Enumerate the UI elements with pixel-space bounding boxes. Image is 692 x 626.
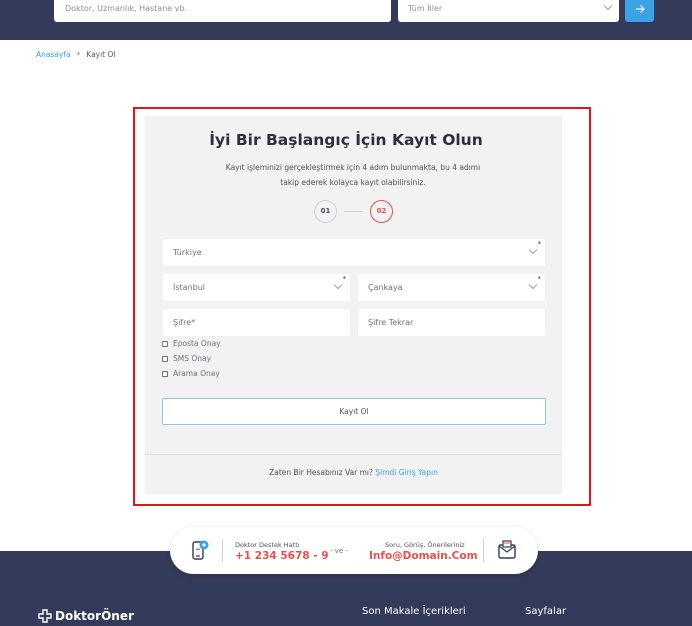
required-marker-icon: * xyxy=(342,275,347,283)
medical-cross-logo-icon xyxy=(38,609,52,623)
email-consent-label: Eposta Onay xyxy=(173,339,221,348)
city-select-value: Tüm İller xyxy=(408,4,443,13)
mail-support-label: Soru, Görüş, Önerileriniz xyxy=(385,541,465,549)
login-link[interactable]: Şimdi Giriş Yapın xyxy=(375,468,437,477)
footer-articles-heading: Son Makale İçerikleri xyxy=(362,606,466,617)
step-connector xyxy=(344,211,363,212)
register-description: Kayıt işleminizi gerçekleştirmek için 4 … xyxy=(225,163,481,187)
checkbox-box-icon xyxy=(162,355,168,362)
checkbox-box-icon xyxy=(162,340,168,347)
email-consent-checkbox[interactable]: Eposta Onay xyxy=(162,339,221,348)
city-field-value: İstanbul xyxy=(173,283,206,292)
arrow-right-icon xyxy=(635,4,645,13)
mail-support-address[interactable]: Info@Domain.Com xyxy=(369,550,478,562)
login-prompt: Zaten Bir Hesabınız Var mı? Şimdi Giriş … xyxy=(0,468,692,477)
required-marker-icon: * xyxy=(537,240,542,248)
checkbox-box-icon xyxy=(162,370,168,377)
support-divider xyxy=(483,539,484,562)
support-and-separator: - ve - xyxy=(330,547,348,555)
breadcrumb-home-link[interactable]: Anasayfa xyxy=(36,50,71,59)
step-indicator-1: 01 xyxy=(314,200,337,223)
footer-logo-text: DoktorÖner xyxy=(55,609,134,623)
top-search-bar: Doktor, Uzmanlık, Hastane vb. Tüm İller xyxy=(0,0,692,40)
support-contact-card: Doktor Destek Hattı +1 234 5678 - 9 - ve… xyxy=(170,527,538,574)
register-button[interactable]: Kayıt Ol xyxy=(162,398,546,425)
call-consent-label: Arama Onay xyxy=(173,369,220,378)
card-divider xyxy=(145,454,562,455)
phone-support-icon xyxy=(192,540,209,560)
phone-support-number[interactable]: +1 234 5678 - 9 xyxy=(235,550,329,562)
call-consent-checkbox[interactable]: Arama Onay xyxy=(162,369,220,378)
password-field[interactable]: Şifre* xyxy=(163,309,350,336)
search-input[interactable]: Doktor, Uzmanlık, Hastane vb. xyxy=(54,0,391,22)
chevron-down-icon xyxy=(528,280,538,290)
district-select[interactable]: Çankaya * xyxy=(358,274,545,301)
phone-support-label: Doktor Destek Hattı xyxy=(235,541,300,549)
step-indicator-2: 02 xyxy=(370,200,393,223)
chevron-down-icon xyxy=(333,280,343,290)
breadcrumb-separator-icon: › xyxy=(76,49,81,59)
password-repeat-field[interactable]: Şifre Tekrar xyxy=(358,309,545,336)
district-select-value: Çankaya xyxy=(368,283,403,292)
mail-support-icon xyxy=(498,540,516,559)
chevron-down-icon xyxy=(603,1,613,11)
footer-logo[interactable]: DoktorÖner xyxy=(37,609,134,623)
country-select-value: Türkiye xyxy=(173,248,202,257)
page-title: İyi Bir Başlangıç İçin Kayıt Olun xyxy=(209,131,483,149)
city-select[interactable]: Tüm İller xyxy=(398,0,619,22)
support-divider xyxy=(222,539,223,562)
breadcrumb-current: Kayıt Ol xyxy=(86,49,116,59)
city-field-select[interactable]: İstanbul * xyxy=(163,274,350,301)
chevron-down-icon xyxy=(528,245,538,255)
footer-pages-heading: Sayfalar xyxy=(525,606,567,617)
sms-consent-label: SMS Onay xyxy=(173,354,212,363)
country-select[interactable]: Türkiye * xyxy=(163,239,545,266)
required-marker-icon: * xyxy=(537,275,542,283)
search-button[interactable] xyxy=(625,0,654,22)
login-prompt-text: Zaten Bir Hesabınız Var mı? xyxy=(269,468,373,477)
breadcrumb: Anasayfa › Kayıt Ol xyxy=(36,49,116,59)
sms-consent-checkbox[interactable]: SMS Onay xyxy=(162,354,211,363)
